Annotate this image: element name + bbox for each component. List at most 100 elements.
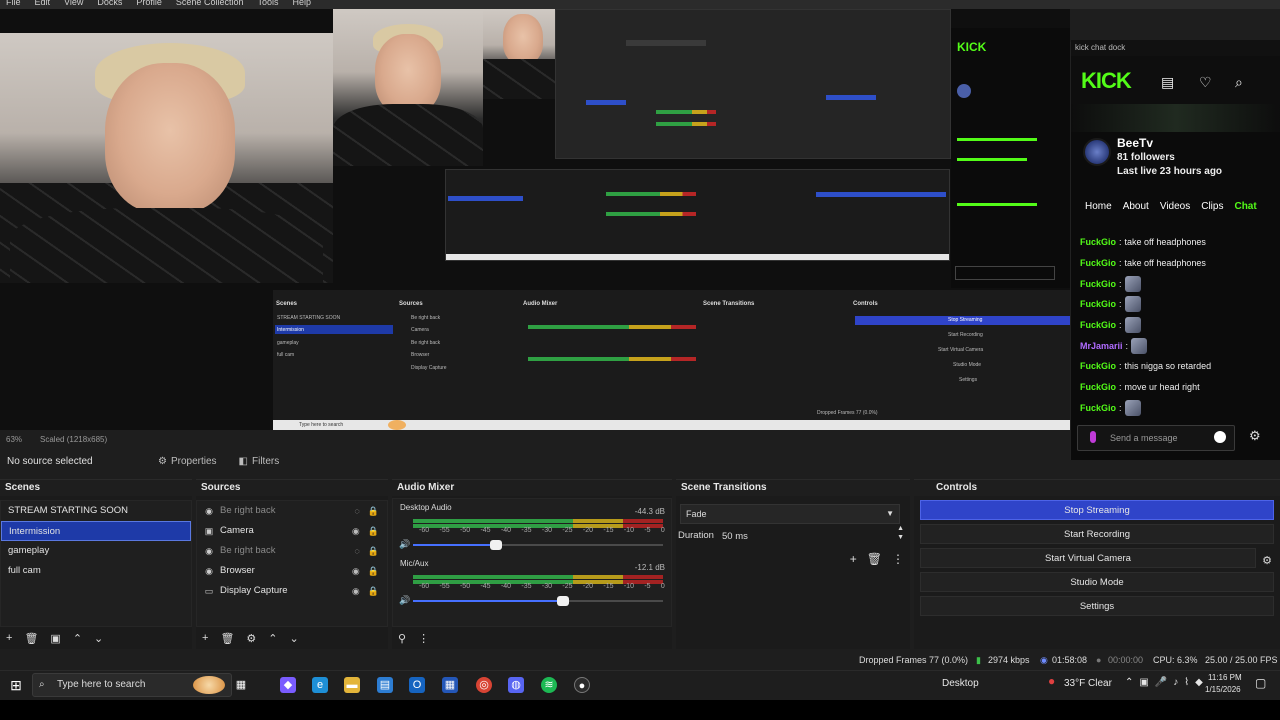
lock-icon[interactable]: 🔒 (368, 521, 379, 541)
file-explorer-icon[interactable]: ▬ (344, 677, 360, 693)
chat-username[interactable]: FuckGio (1080, 320, 1116, 330)
eye-icon[interactable]: ◉ (352, 521, 360, 541)
source-item[interactable]: ◉ Be right back ◌ 🔒 (197, 501, 387, 521)
menu-scene-collection[interactable]: Scene Collection (176, 0, 244, 9)
mic-icon[interactable] (1090, 431, 1096, 443)
source-item[interactable]: ◉ Browser ◉ 🔒 (197, 561, 387, 581)
add-icon[interactable]: + (850, 552, 857, 566)
start-recording-button[interactable]: Start Recording (920, 524, 1274, 544)
trash-icon[interactable]: 🗑 (220, 632, 234, 645)
gear-icon[interactable]: ⚙ (246, 632, 256, 645)
tab-clips[interactable]: Clips (1201, 201, 1223, 212)
start-virtual-camera-button[interactable]: Start Virtual Camera (920, 548, 1256, 568)
avatar[interactable] (1083, 138, 1111, 166)
properties-button[interactable]: ⚙ Properties (152, 454, 223, 469)
link-icon[interactable]: ⚲ (398, 632, 406, 645)
chat-input[interactable]: Send a message (1077, 425, 1235, 451)
volume-fader[interactable] (413, 596, 663, 606)
chevron-down-icon[interactable]: ⌄ (290, 632, 299, 645)
menu-profile[interactable]: Profile (136, 0, 162, 9)
speaker-icon[interactable]: 🔊 (399, 539, 410, 550)
taskbar-search[interactable]: ⌕ Type here to search (32, 673, 232, 697)
chat-username[interactable]: FuckGio (1080, 382, 1116, 392)
emoji-icon[interactable] (1214, 431, 1226, 443)
windows-start-icon[interactable]: ⊞ (8, 677, 24, 693)
filters-button[interactable]: ◧ Filters (233, 454, 286, 469)
clock-time[interactable]: 11:16 PM (1208, 673, 1242, 682)
tab-home[interactable]: Home (1085, 201, 1112, 212)
chevron-up-icon[interactable]: ⌃ (73, 632, 82, 645)
scene-item[interactable]: full cam (1, 561, 191, 581)
chevron-up-icon[interactable]: ⌃ (268, 632, 277, 645)
transition-select[interactable]: Fade ▼ (680, 504, 900, 524)
menu-tools[interactable]: Tools (257, 0, 278, 9)
kick-logo[interactable]: KICK (1081, 68, 1132, 94)
eye-hidden-icon[interactable]: ◌ (354, 501, 359, 521)
stop-streaming-button[interactable]: Stop Streaming (920, 500, 1274, 520)
channel-name[interactable]: BeeTv (1117, 136, 1153, 150)
clock-date[interactable]: 1/15/2026 (1205, 685, 1241, 694)
chat-username[interactable]: FuckGio (1080, 258, 1116, 268)
speaker-icon[interactable]: 🔊 (399, 595, 410, 606)
source-item[interactable]: ▣ Camera ◉ 🔒 (197, 521, 387, 541)
calendar-icon[interactable]: ▤ (1161, 74, 1174, 91)
tab-chat[interactable]: Chat (1234, 201, 1256, 212)
filter-icon[interactable]: ▣ (50, 632, 60, 645)
add-icon[interactable]: + (202, 632, 208, 644)
chat-username[interactable]: FuckGio (1080, 361, 1116, 371)
more-icon[interactable]: ⋮ (418, 632, 429, 645)
eye-icon[interactable]: ◉ (352, 581, 360, 601)
trash-icon[interactable]: 🗑 (867, 552, 882, 566)
obs-icon[interactable]: ● (574, 677, 590, 693)
eye-hidden-icon[interactable]: ◌ (354, 541, 359, 561)
tab-about[interactable]: About (1123, 201, 1149, 212)
discord-icon[interactable]: ◍ (508, 677, 524, 693)
spinner-icon[interactable]: ▲ ▼ (897, 524, 904, 542)
spotify-icon[interactable]: ≋ (541, 677, 557, 693)
settings-button[interactable]: Settings (920, 596, 1274, 616)
copilot-icon[interactable]: ◆ (280, 677, 296, 693)
chat-username[interactable]: FuckGio (1080, 279, 1116, 289)
gear-icon[interactable]: ⚙ (1249, 428, 1261, 444)
notification-icon[interactable]: ▢ (1255, 676, 1266, 690)
add-icon[interactable]: + (6, 632, 12, 644)
zoom-level[interactable]: 63% (6, 435, 22, 444)
heart-icon[interactable]: ♡ (1199, 74, 1212, 91)
search-icon[interactable]: ⌕ (1235, 74, 1243, 91)
source-item[interactable]: ◉ Be right back ◌ 🔒 (197, 541, 387, 561)
trash-icon[interactable]: 🗑 (24, 632, 38, 645)
menu-help[interactable]: Help (292, 0, 311, 9)
source-item[interactable]: ▭ Display Capture ◉ 🔒 (197, 581, 387, 601)
lock-icon[interactable]: 🔒 (368, 501, 379, 521)
fader-knob[interactable] (557, 596, 569, 606)
preview-canvas[interactable]: KICK Scenes Sources Audio Mixer Scene Tr… (0, 9, 1070, 430)
chat-username[interactable]: FuckGio (1080, 299, 1116, 309)
outlook-icon[interactable]: O (409, 677, 425, 693)
chat-username[interactable]: MrJamarii (1080, 341, 1123, 351)
duration-input[interactable]: 50 ms ▲ ▼ (720, 525, 904, 546)
chat-username[interactable]: FuckGio (1080, 237, 1116, 247)
tray-icons[interactable]: ⌃▣🎤♪⌇◆ (1125, 677, 1209, 688)
edge-icon[interactable]: e (312, 677, 328, 693)
gear-icon[interactable]: ⚙ (1262, 554, 1272, 567)
lock-icon[interactable]: 🔒 (368, 561, 379, 581)
lock-icon[interactable]: 🔒 (368, 541, 379, 561)
tab-videos[interactable]: Videos (1160, 201, 1190, 212)
more-icon[interactable]: ⋮ (892, 552, 904, 566)
chrome-icon[interactable]: ◎ (476, 677, 492, 693)
task-view-icon[interactable]: ▦ (233, 677, 249, 693)
fader-knob[interactable] (489, 540, 502, 550)
desktop-label[interactable]: Desktop (942, 678, 979, 689)
menu-edit[interactable]: Edit (35, 0, 51, 9)
calendar-app-icon[interactable]: ▦ (442, 677, 458, 693)
menu-view[interactable]: View (64, 0, 83, 9)
menu-docks[interactable]: Docks (97, 0, 122, 9)
menu-file[interactable]: File (6, 0, 21, 9)
chevron-down-icon[interactable]: ⌄ (94, 632, 103, 645)
lock-icon[interactable]: 🔒 (368, 581, 379, 601)
eye-icon[interactable]: ◉ (352, 561, 360, 581)
store-icon[interactable]: ▤ (377, 677, 393, 693)
weather[interactable]: 33°F Clear (1064, 678, 1112, 689)
chat-username[interactable]: FuckGio (1080, 403, 1116, 413)
volume-fader[interactable] (413, 540, 663, 550)
